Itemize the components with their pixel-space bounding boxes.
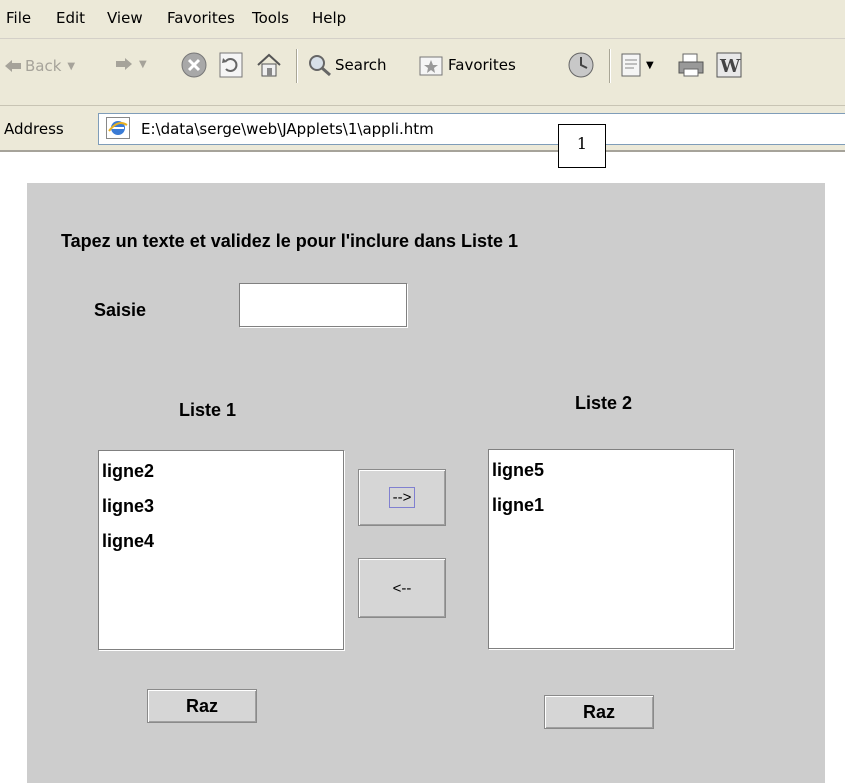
move-left-label: <-- [392,579,412,597]
stop-icon [181,52,207,78]
menu-edit[interactable]: Edit [56,9,85,27]
list-item[interactable]: ligne1 [492,495,544,516]
menu-help[interactable]: Help [312,9,346,27]
favorites-icon [419,56,443,76]
raz-list1-button[interactable]: Raz [147,689,257,723]
toolbar-separator [609,49,611,83]
stop-button[interactable] [181,52,207,78]
forward-dropdown-icon[interactable]: ▼ [139,59,147,70]
forward-arrow-icon [116,58,132,70]
mail-icon [621,53,641,77]
back-button[interactable]: Back ▼ [4,57,75,75]
list-item[interactable]: ligne5 [492,460,544,481]
address-url: E:\data\serge\web\JApplets\1\appli.htm [141,120,434,138]
print-icon [678,53,704,77]
mail-button[interactable]: ▼ [620,52,654,78]
callout-number: 1 [558,124,606,168]
saisie-label: Saisie [94,300,147,320]
history-button[interactable] [567,51,595,79]
ie-page-icon [106,117,130,139]
back-dropdown-icon[interactable]: ▼ [67,61,75,72]
home-button[interactable] [256,52,282,78]
refresh-icon [219,52,243,78]
saisie-input[interactable] [239,283,407,327]
toolbar-separator [296,49,298,83]
address-input[interactable]: E:\data\serge\web\JApplets\1\appli.htm [98,113,845,145]
back-label: Back [25,57,62,75]
list1-title: Liste 1 [179,400,237,420]
forward-button[interactable]: ▼ [115,57,147,71]
applet-panel: Tapez un texte et validez le pour l'incl… [27,183,825,783]
history-icon [568,52,594,78]
favorites-button[interactable]: Favorites [418,53,516,77]
move-right-label: --> [388,487,416,508]
list-item[interactable]: ligne3 [102,496,154,517]
list-item[interactable]: ligne2 [102,461,154,482]
list-item[interactable]: ligne4 [102,531,154,552]
menu-bar: File Edit View Favorites Tools Help [0,0,845,39]
list1-box[interactable]: ligne2 ligne3 ligne4 [98,450,344,650]
svg-text:W: W [719,56,741,77]
refresh-button[interactable] [219,52,243,78]
menu-view[interactable]: View [107,9,143,27]
mail-dropdown-icon[interactable]: ▼ [646,60,654,71]
toolbar: Back ▼ ▼ Search Favorites ▼ W [0,39,845,106]
move-right-button[interactable]: --> [358,469,446,526]
instruction-label: Tapez un texte et validez le pour l'incl… [61,231,519,251]
search-label: Search [335,56,387,74]
print-button[interactable] [677,52,705,78]
edit-word-button[interactable]: W [716,52,742,78]
search-icon [309,55,331,77]
list2-title: Liste 2 [575,393,633,413]
raz-list2-button[interactable]: Raz [544,695,654,729]
back-arrow-icon [5,60,21,72]
list2-box[interactable]: ligne5 ligne1 [488,449,734,649]
address-label: Address [4,120,64,138]
menu-tools[interactable]: Tools [252,9,289,27]
menu-favorites[interactable]: Favorites [167,9,235,27]
home-icon [257,53,281,77]
menu-file[interactable]: File [6,9,31,27]
move-left-button[interactable]: <-- [358,558,446,618]
address-bar: Address E:\data\serge\web\JApplets\1\app… [0,106,845,152]
search-button[interactable]: Search [307,53,387,77]
word-icon: W [716,52,742,78]
favorites-label: Favorites [448,56,516,74]
